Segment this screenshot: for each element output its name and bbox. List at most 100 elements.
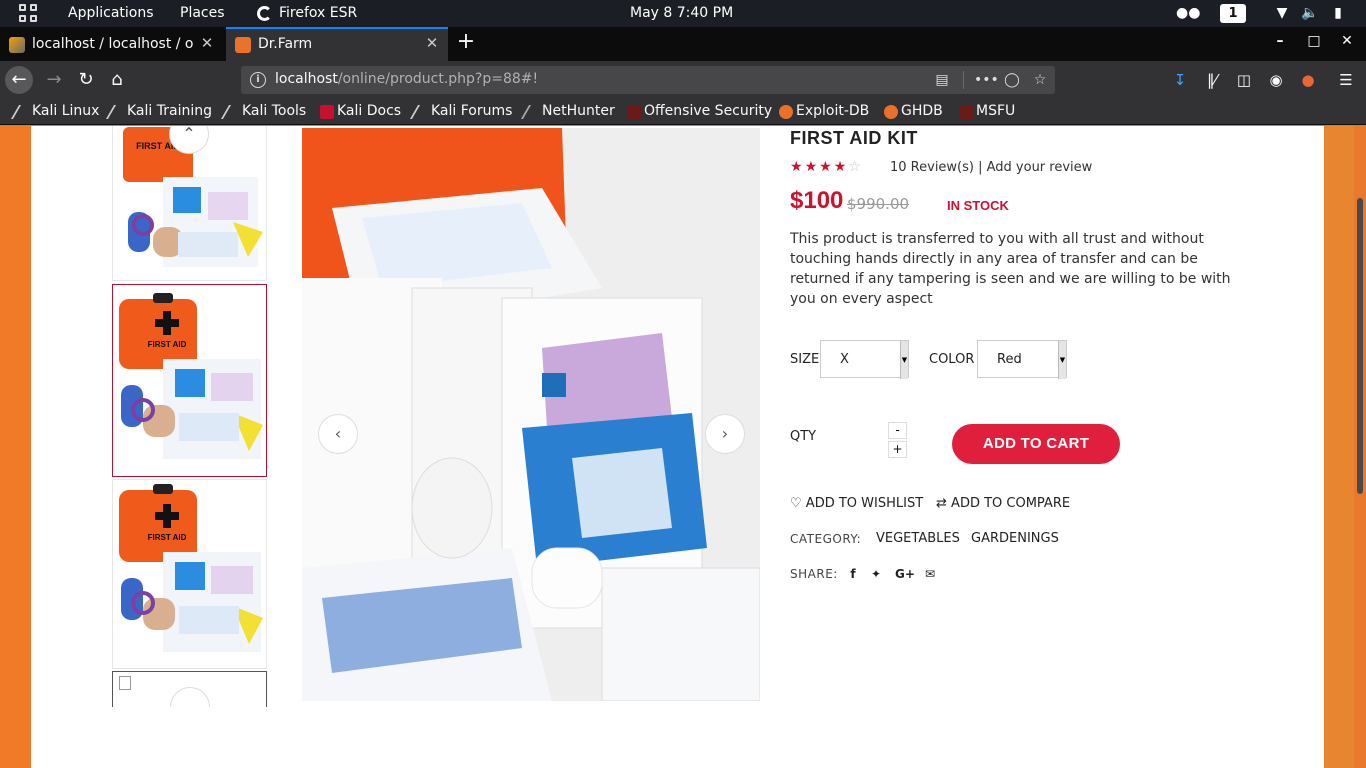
main-product-image xyxy=(302,128,760,701)
scrollbar-thumb[interactable] xyxy=(1357,198,1363,494)
tab-title: Dr.Farm xyxy=(258,36,313,52)
maximize-window-icon[interactable]: □ xyxy=(1306,33,1322,53)
home-button[interactable]: ⌂ xyxy=(103,66,131,94)
qty-increase-button[interactable]: + xyxy=(888,441,907,458)
add-to-compare-link[interactable]: ⇄ ADD TO COMPARE xyxy=(936,496,1070,511)
broken-image-icon xyxy=(119,676,131,690)
xampp-favicon-icon xyxy=(235,37,251,53)
reviews-link[interactable]: 10 Review(s) | Add your review xyxy=(890,160,1092,175)
size-label: SIZE xyxy=(790,352,820,367)
bookmark-star-icon[interactable]: ☆ xyxy=(1030,70,1050,90)
page-scrollbar[interactable] xyxy=(1354,126,1366,768)
volume-icon[interactable]: 🔈 xyxy=(1301,4,1319,22)
first-aid-kit-photo xyxy=(302,128,760,701)
product-description: This product is transferred to you with … xyxy=(790,231,1231,307)
exploitdb-icon xyxy=(779,105,793,119)
page-actions-icon[interactable]: ••• xyxy=(974,70,999,90)
chevron-down-icon: ▼ xyxy=(1058,341,1066,379)
reload-button[interactable]: ↻ xyxy=(72,66,100,94)
thumbnail-caption: FIRST AID xyxy=(148,340,187,349)
url-separator xyxy=(963,71,964,89)
image-next-button[interactable]: › xyxy=(705,414,745,454)
color-select[interactable]: Red ▼ xyxy=(977,340,1067,379)
star-filled-icon: ★ xyxy=(819,159,834,175)
category-link[interactable]: GARDENINGS xyxy=(971,531,1059,546)
product-title: FIRST AID KIT xyxy=(790,128,918,148)
image-prev-button[interactable]: ‹ xyxy=(318,414,358,454)
qty-label: QTY xyxy=(790,429,817,444)
product-thumbnail-selected[interactable]: FIRST AID xyxy=(112,284,267,477)
duckduckgo-icon[interactable]: ● xyxy=(1298,70,1318,90)
forward-button[interactable]: → xyxy=(40,66,68,94)
star-empty-icon: ☆ xyxy=(848,159,863,175)
size-select[interactable]: X ▼ xyxy=(820,340,909,379)
tab-drfarm[interactable]: Dr.Farm ✕ xyxy=(226,27,448,61)
applications-menu[interactable]: Applications xyxy=(68,5,154,21)
ghdb-icon xyxy=(884,105,898,119)
first-aid-kit-thumbnail: FIRST AID xyxy=(119,484,263,652)
google-plus-icon[interactable]: G+ xyxy=(895,567,915,581)
share-label: SHARE: xyxy=(790,567,838,581)
people-icon[interactable]: ●● xyxy=(1176,4,1200,22)
library-icon[interactable]: ‖⁄ xyxy=(1202,70,1222,90)
downloads-icon[interactable]: ↧ xyxy=(1170,70,1190,90)
wifi-icon[interactable]: ▼ xyxy=(1273,4,1291,22)
workspace-indicator[interactable]: 1 xyxy=(1220,4,1246,23)
product-page: FIRST AID ⌃ FIRST AID FIRST AID ⌄ ‹ › FI… xyxy=(31,126,1324,768)
kali-dragon-icon xyxy=(220,105,244,119)
add-to-cart-button[interactable]: ADD TO CART xyxy=(952,424,1120,464)
reader-view-icon[interactable]: ▤ xyxy=(932,70,952,90)
firefox-icon xyxy=(257,6,272,21)
account-icon[interactable]: ◉ xyxy=(1266,70,1286,90)
color-value: Red xyxy=(997,352,1022,367)
kali-dragon-icon xyxy=(105,105,129,119)
thumbnail-gallery: FIRST AID ⌃ FIRST AID FIRST AID ⌄ xyxy=(112,126,267,707)
site-info-icon[interactable]: i xyxy=(250,72,266,88)
tab-title: localhost / localhost / onli xyxy=(32,36,194,52)
stock-status: IN STOCK xyxy=(947,198,1009,213)
close-tab-icon[interactable]: ✕ xyxy=(198,34,216,52)
rating-stars: ★★★★☆ xyxy=(790,159,863,175)
menu-hamburger-icon[interactable]: ☰ xyxy=(1336,70,1356,90)
kali-dragon-icon xyxy=(10,105,34,119)
star-filled-icon: ★ xyxy=(833,159,849,175)
size-value: X xyxy=(840,352,849,367)
battery-icon[interactable]: ▮ xyxy=(1329,4,1347,22)
url-bar[interactable]: i localhost/online/product.php?p=88#! ▤ … xyxy=(241,66,1055,94)
compare-arrows-icon: ⇄ xyxy=(936,496,947,511)
heart-icon: ♡ xyxy=(790,496,802,511)
clock[interactable]: May 8 7:40 PM xyxy=(630,5,733,21)
current-price: $100 xyxy=(790,187,844,214)
tab-strip: localhost / localhost / onli ✕ Dr.Farm ✕ xyxy=(0,27,1366,61)
first-aid-kit-thumbnail: FIRST AID xyxy=(119,293,263,459)
product-thumbnail[interactable]: FIRST AID xyxy=(112,479,267,669)
category-link[interactable]: VEGETABLES xyxy=(876,531,960,546)
pocket-icon[interactable]: ◯ xyxy=(1002,70,1022,90)
add-to-wishlist-link[interactable]: ♡ ADD TO WISHLIST xyxy=(790,496,923,511)
star-filled-icon: ★ xyxy=(804,159,820,175)
active-app-name[interactable]: Firefox ESR xyxy=(279,5,357,21)
apps-grid-icon[interactable] xyxy=(19,4,37,22)
old-price: $990.00 xyxy=(847,195,910,213)
twitter-icon[interactable]: ✦ xyxy=(869,567,883,581)
sidebar-icon[interactable]: ◫ xyxy=(1234,70,1254,90)
tab-phpmyadmin[interactable]: localhost / localhost / onli ✕ xyxy=(0,27,224,61)
close-window-icon[interactable]: ✕ xyxy=(1339,33,1355,53)
email-icon[interactable]: ✉ xyxy=(923,567,937,581)
msfu-icon xyxy=(959,105,973,119)
new-tab-button[interactable]: + xyxy=(455,30,477,54)
places-menu[interactable]: Places xyxy=(180,5,225,21)
color-label: COLOR xyxy=(929,352,975,367)
kali-dragon-icon xyxy=(409,105,433,119)
chevron-down-icon: ▼ xyxy=(900,341,908,379)
qty-decrease-button[interactable]: - xyxy=(888,422,907,439)
back-button[interactable]: ← xyxy=(5,66,33,94)
url-text[interactable]: localhost/online/product.php?p=88#! xyxy=(275,71,538,87)
star-filled-icon: ★ xyxy=(790,159,805,175)
close-tab-icon[interactable]: ✕ xyxy=(423,34,441,52)
phpmyadmin-favicon-icon xyxy=(9,37,25,53)
gnome-top-bar: Applications Places Firefox ESR May 8 7:… xyxy=(0,0,1366,27)
thumbnail-caption: FIRST AID xyxy=(148,533,187,542)
minimize-window-icon[interactable]: – xyxy=(1272,33,1288,53)
facebook-icon[interactable]: f xyxy=(846,567,860,581)
